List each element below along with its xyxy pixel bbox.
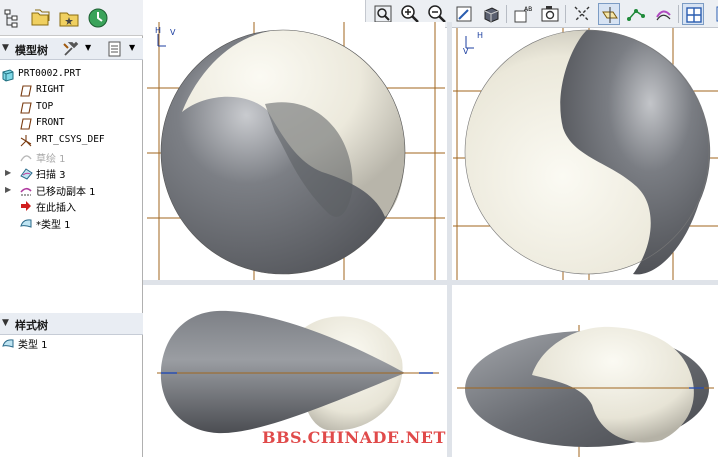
folders-icon [31, 9, 50, 26]
svg-text:V: V [170, 28, 176, 37]
toolbar-more-button[interactable] [709, 3, 718, 25]
yin-yang-model-front [160, 29, 406, 275]
datum-planes-button[interactable] [598, 3, 620, 25]
datum-plane-icon [19, 101, 33, 115]
repaint-icon [456, 6, 472, 22]
svg-text:H: H [477, 31, 483, 40]
svg-text:AB: AB [524, 6, 532, 13]
model-tree-item-label: PRT0002.PRT [18, 68, 81, 79]
model-tree-title: 模型树 [15, 44, 48, 57]
coordinate-system-button[interactable] [652, 3, 674, 25]
model-tree-item-label: 草绘 1 [36, 154, 66, 165]
model-tree-item-label: *类型 1 [36, 219, 71, 231]
connections-icon [88, 8, 108, 28]
named-views-button[interactable]: AB [512, 3, 534, 25]
viewport-front[interactable]: H V [147, 22, 445, 280]
style-tree-title: 样式树 [15, 319, 48, 332]
part-icon [1, 68, 15, 82]
datum-points-icon [627, 9, 645, 21]
collapse-arrow-icon[interactable]: ▼ [2, 43, 9, 53]
settings-dropdown-icon[interactable]: ▼ [85, 43, 91, 52]
show-dropdown-icon[interactable]: ▼ [129, 43, 135, 52]
csys-toggle-icon [656, 10, 671, 21]
datum-axis-icon [574, 6, 590, 22]
style-type-icon [19, 216, 33, 230]
shading-cube-icon [484, 7, 499, 23]
model-tree-item-label: PRT_CSYS_DEF [36, 133, 105, 145]
expand-arrow-icon[interactable]: ▶ [5, 185, 11, 194]
saved-views-icon: AB [514, 6, 532, 23]
show-columns-icon[interactable] [106, 40, 124, 58]
collapse-arrow-icon[interactable]: ▼ [2, 318, 9, 328]
more-icon [716, 6, 718, 22]
svg-text:V: V [463, 47, 469, 56]
favorites-tab[interactable] [57, 6, 81, 30]
datum-points-button[interactable] [625, 3, 647, 25]
model-tree-item-label: FRONT [36, 117, 65, 129]
insert-here-icon [19, 199, 33, 213]
folder-browser-tab[interactable] [28, 6, 52, 30]
style-type-icon [1, 336, 15, 350]
tree-settings-icon[interactable] [62, 40, 80, 58]
shading-button[interactable] [480, 3, 502, 25]
viewport-top[interactable]: H V [453, 28, 718, 280]
model-tree-item-label: 扫描 3 [36, 170, 66, 182]
tree-structure-icon [4, 9, 18, 28]
expand-arrow-icon[interactable]: ▶ [5, 168, 11, 177]
datum-axes-button[interactable] [571, 3, 593, 25]
yin-yang-model-top [464, 29, 711, 275]
view-orientation-triad: H V [463, 31, 483, 56]
sketch-icon [19, 150, 33, 164]
sweep-icon [19, 166, 33, 181]
model-tree-item-label: 在此插入 [36, 203, 76, 215]
moved-copy-icon [19, 183, 33, 197]
svg-text:H: H [155, 26, 161, 35]
model-tree-item-label: TOP [36, 100, 54, 112]
navigator-tabs [0, 0, 143, 36]
forum-watermark: BBS.CHINADE.NET [262, 428, 446, 447]
style-tree-header[interactable]: ▼ 样式树 [0, 313, 143, 335]
camera-icon [541, 6, 559, 22]
model-tree-tab[interactable] [2, 6, 26, 30]
style-tree-item-label: 类型 1 [18, 340, 48, 351]
navigator-panel: ▼ 模型树 ▼ ▼ PRT0002.PRT RIGHT TOP FRONT PRT_CS… [0, 0, 143, 457]
viewport-layout-button[interactable] [682, 3, 704, 25]
four-view-icon [686, 7, 702, 23]
datum-plane-icon [19, 84, 33, 98]
repaint-button[interactable] [453, 3, 475, 25]
datum-plane-icon [19, 117, 33, 131]
model-tree-item-label: 已移动副本 1 [36, 186, 96, 198]
datum-plane-toggle-icon [602, 7, 618, 23]
view-manager-button[interactable] [539, 3, 561, 25]
viewport-isometric[interactable] [452, 285, 718, 457]
model-tree-item-label: RIGHT [36, 84, 65, 96]
favorites-folder-icon [59, 12, 79, 27]
model-tree-header[interactable]: ▼ 模型树 ▼ ▼ [0, 38, 143, 60]
history-tab[interactable] [86, 6, 110, 30]
view-orientation-triad: H V [155, 26, 176, 47]
csys-icon [19, 134, 33, 148]
